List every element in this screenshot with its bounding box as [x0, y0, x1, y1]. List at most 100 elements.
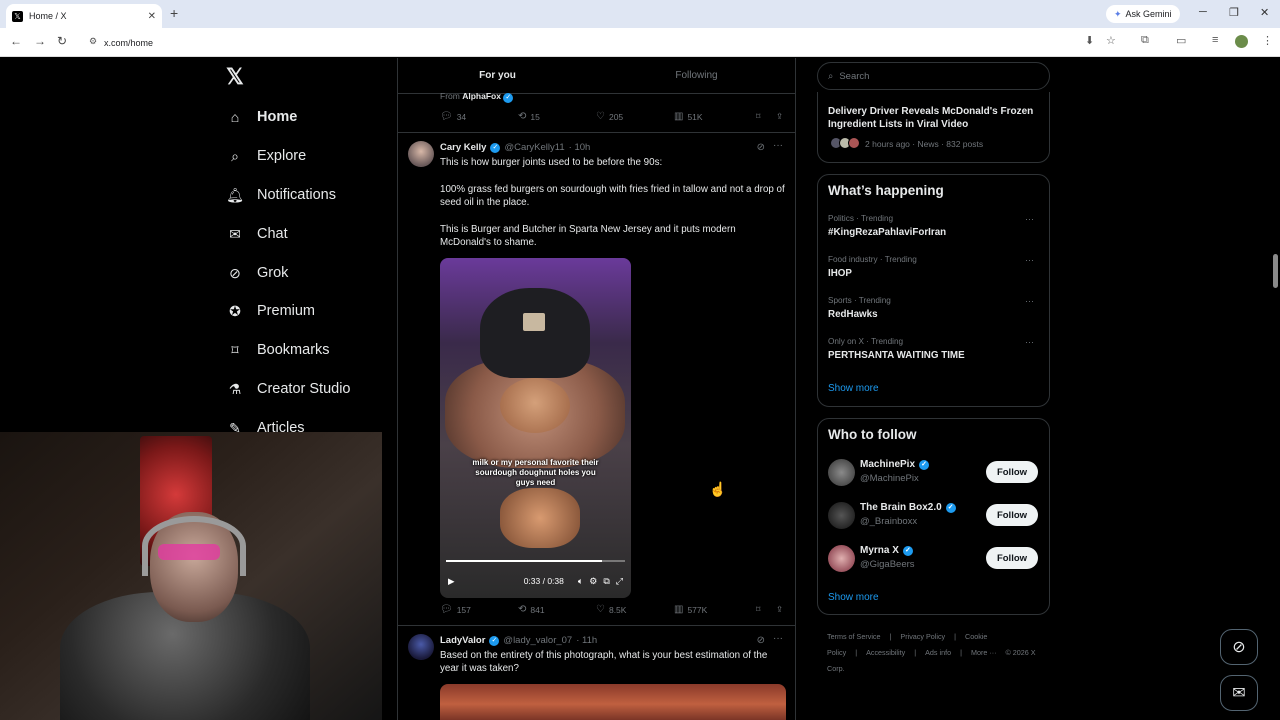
scrollbar-thumb[interactable]: [1273, 254, 1278, 288]
follow-button[interactable]: Follow: [986, 504, 1038, 526]
views-button[interactable]: ▥ 577K: [674, 604, 756, 615]
volume-icon[interactable]: 🔈︎: [578, 576, 583, 587]
forward-icon[interactable]: →: [34, 34, 46, 48]
nav-item-creator-studio[interactable]: ⚗ Creator Studio: [226, 380, 351, 398]
footer-link[interactable]: Accessibility: [866, 648, 905, 657]
video-progress-bar[interactable]: [446, 560, 625, 562]
account-name[interactable]: Myrna X: [860, 545, 899, 556]
author-name[interactable]: LadyValor: [440, 635, 485, 646]
bookmark-button[interactable]: ⌑: [756, 111, 776, 122]
grok-icon[interactable]: ⊘: [757, 635, 765, 646]
grok-icon[interactable]: ⊘: [757, 142, 765, 153]
author-handle[interactable]: @lady_valor_07: [503, 635, 572, 646]
author-name[interactable]: Cary Kelly: [440, 142, 486, 153]
avatar[interactable]: [408, 634, 434, 660]
sidepanel-icon[interactable]: ▭: [1176, 34, 1186, 47]
follow-suggestion[interactable]: The Brain Box2.0 ✓ @_Brainboxx Follow: [828, 502, 1038, 534]
like-button[interactable]: ♡ 205: [596, 111, 674, 122]
install-icon[interactable]: ⬇: [1085, 34, 1094, 47]
reply-count: 157: [456, 604, 471, 615]
from-name[interactable]: AlphaFox: [462, 91, 501, 101]
more-icon[interactable]: ···: [1025, 255, 1034, 265]
post-time[interactable]: · 11h: [576, 635, 597, 646]
show-more-link[interactable]: Show more: [828, 592, 879, 603]
trend-item[interactable]: Sports · Trending RedHawks ···: [828, 296, 1038, 320]
news-meta: 2 hours ago · News · 832 posts: [865, 139, 984, 149]
settings-icon[interactable]: ⚙: [589, 576, 597, 587]
more-icon[interactable]: ···: [773, 140, 783, 151]
account-name[interactable]: MachinePix: [860, 459, 915, 470]
nav-item-home[interactable]: ⌂ Home: [226, 108, 298, 126]
nav-item-notifications[interactable]: 🔔︎ Notifications: [226, 186, 336, 204]
close-window-icon[interactable]: ✕: [1260, 6, 1269, 19]
fullscreen-icon[interactable]: ⤢: [616, 576, 623, 587]
follow-button[interactable]: Follow: [986, 461, 1038, 483]
nav-item-explore[interactable]: ⌕ Explore: [226, 147, 306, 165]
tab-following[interactable]: Following: [597, 58, 795, 93]
minimize-icon[interactable]: ─: [1199, 6, 1207, 18]
footer-link[interactable]: Privacy Policy: [900, 632, 945, 641]
like-button[interactable]: ♡ 8.5K: [596, 604, 674, 615]
repost-button[interactable]: ⟲ 841: [518, 604, 596, 615]
x-logo-icon[interactable]: 𝕏: [226, 64, 244, 90]
nav-item-grok[interactable]: ⊘ Grok: [226, 264, 288, 282]
share-button[interactable]: ⇪: [776, 604, 783, 615]
repost-button[interactable]: ⟲ 15: [518, 111, 596, 122]
reply-button[interactable]: 💬︎ 34: [440, 111, 518, 122]
trend-item[interactable]: Politics · Trending #KingRezaPahlaviForIr…: [828, 214, 1038, 238]
trend-item[interactable]: Only on X · Trending PERTHSANTA WAITING T…: [828, 337, 1038, 361]
follow-button[interactable]: Follow: [986, 547, 1038, 569]
media-icon[interactable]: ≡: [1212, 34, 1218, 46]
trend-item[interactable]: Food industry · Trending IHOP ···: [828, 255, 1038, 279]
close-tab-icon[interactable]: ✕: [148, 11, 156, 22]
restore-icon[interactable]: ❐: [1229, 6, 1239, 19]
nav-item-chat[interactable]: ✉ Chat: [226, 225, 288, 243]
profile-avatar[interactable]: [1235, 35, 1248, 48]
reload-icon[interactable]: ↻: [57, 34, 67, 48]
nav-item-premium[interactable]: ✪ Premium: [226, 302, 315, 320]
author-handle[interactable]: @CaryKelly11: [504, 142, 564, 153]
bookmark-button[interactable]: ⌑: [756, 604, 776, 615]
extensions-icon[interactable]: ⧉: [1141, 34, 1149, 47]
follow-suggestion[interactable]: Myrna X ✓ @GigaBeers Follow: [828, 545, 1038, 577]
more-icon[interactable]: ···: [1025, 214, 1034, 224]
pip-icon[interactable]: ⧉: [603, 576, 609, 587]
menu-icon[interactable]: ⋮: [1262, 34, 1273, 47]
avatar[interactable]: [828, 545, 855, 572]
post-time[interactable]: · 10h: [569, 142, 591, 153]
site-info-icon[interactable]: ⚙: [89, 36, 97, 47]
new-tab-icon[interactable]: +: [170, 5, 178, 21]
footer-link[interactable]: Ads info: [925, 648, 951, 657]
ask-gemini-button[interactable]: ✦ Ask Gemini: [1106, 5, 1180, 23]
star-icon[interactable]: ☆: [1106, 34, 1116, 47]
scrollbar-track[interactable]: [1272, 58, 1280, 720]
more-icon[interactable]: ···: [1025, 296, 1034, 306]
views-button[interactable]: ▥ 51K: [674, 111, 756, 122]
avatar[interactable]: [828, 502, 855, 529]
tab-for-you[interactable]: For you: [398, 58, 597, 93]
post-image[interactable]: [440, 684, 786, 720]
url-field[interactable]: x.com/home: [84, 32, 1074, 53]
nav-item-bookmarks[interactable]: ⌑ Bookmarks: [226, 341, 329, 359]
reply-button[interactable]: 💬︎ 157: [440, 604, 518, 615]
follow-suggestion[interactable]: MachinePix ✓ @MachinePix Follow: [828, 459, 1038, 491]
share-button[interactable]: ⇪: [776, 111, 783, 122]
footer-link[interactable]: Terms of Service: [827, 632, 881, 641]
nav-item-label: Explore: [257, 148, 307, 164]
avatar[interactable]: [408, 141, 434, 167]
search-field[interactable]: ⌕ Search: [817, 62, 1050, 90]
x-favicon-icon: 𝕏: [12, 10, 23, 22]
play-icon[interactable]: ▶: [448, 576, 455, 587]
footer-link[interactable]: More ···: [971, 648, 997, 657]
account-name[interactable]: The Brain Box2.0: [860, 502, 942, 513]
news-title[interactable]: Delivery Driver Reveals McDonald's Froze…: [828, 105, 1043, 131]
more-icon[interactable]: ···: [1025, 337, 1034, 347]
browser-tab[interactable]: 𝕏 Home / X ✕: [6, 4, 162, 28]
more-icon[interactable]: ···: [773, 633, 783, 644]
messages-fab-icon[interactable]: ✉: [1220, 675, 1258, 711]
back-icon[interactable]: ←: [10, 34, 22, 48]
avatar[interactable]: [828, 459, 855, 486]
show-more-link[interactable]: Show more: [828, 383, 879, 394]
video-player[interactable]: milk or my personal favorite their sourd…: [440, 258, 631, 598]
grok-fab-icon[interactable]: ⊘: [1220, 629, 1258, 665]
